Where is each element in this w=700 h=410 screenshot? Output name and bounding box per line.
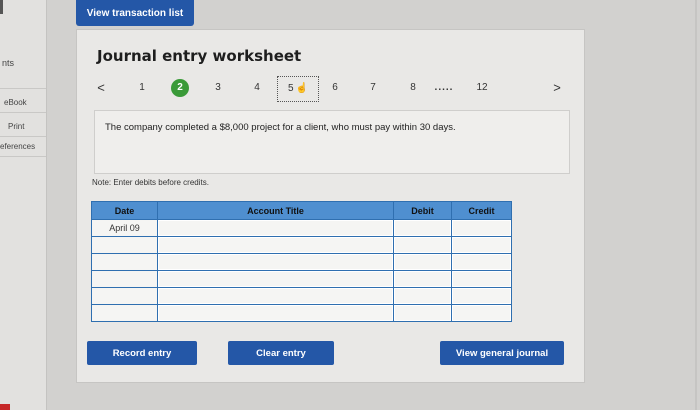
credit-input[interactable] [451,270,512,288]
credit-input[interactable] [451,287,512,305]
sidebar-item-ebook[interactable]: eBook [4,98,27,107]
date-cell[interactable]: April 09 [91,219,158,237]
account-title-input[interactable] [157,236,394,254]
sidebar-item-print[interactable]: Print [8,122,24,131]
page-link-8[interactable]: 8 [406,77,420,99]
debit-input[interactable] [393,270,452,288]
table-row: April 09 [91,219,512,237]
account-title-input[interactable] [157,219,394,237]
table-row [91,236,512,254]
table-row [91,287,512,305]
page-link-6[interactable]: 6 [328,77,342,99]
account-title-input[interactable] [157,304,394,322]
hand-pointer-icon: ☝ [295,83,308,94]
column-header-account-title: Account Title [157,201,394,220]
page-ellipsis: ..... [434,82,454,93]
debit-input[interactable] [393,219,452,237]
view-general-journal-button[interactable]: View general journal [440,341,564,365]
record-entry-button[interactable]: Record entry [87,341,197,365]
account-title-input[interactable] [157,253,394,271]
page-link-5-label: 5 [287,83,294,94]
page-link-3[interactable]: 3 [211,77,225,99]
page-link-4[interactable]: 4 [250,77,264,99]
journal-worksheet-card: Journal entry worksheet < 1 2 3 4 5 ☝ 6 7… [76,29,585,383]
problem-statement-box: The company completed a $8,000 project f… [94,110,570,174]
left-sidebar: nts eBook Print eferences [0,0,47,410]
column-header-debit: Debit [393,201,452,220]
date-cell[interactable] [91,270,158,288]
table-row [91,253,512,271]
divider [0,156,46,157]
window-edge [695,0,697,410]
date-cell[interactable] [91,287,158,305]
divider [0,136,46,137]
date-cell[interactable] [91,304,158,322]
prev-arrow-icon[interactable]: < [94,77,108,99]
debit-input[interactable] [393,236,452,254]
page-link-1[interactable]: 1 [135,77,149,99]
page-title: Journal entry worksheet [97,47,302,65]
worksheet-pagination: < 1 2 3 4 5 ☝ 6 7 8 ..... 12 > [77,76,584,102]
entry-note: Note: Enter debits before credits. [92,178,209,187]
sidebar-edge-marker [0,0,3,14]
page-link-12[interactable]: 12 [473,77,491,99]
page-link-2-active[interactable]: 2 [171,79,189,97]
table-row [91,304,512,322]
page-link-7[interactable]: 7 [366,77,380,99]
problem-statement: The company completed a $8,000 project f… [105,122,456,133]
journal-entry-table: Date Account Title Debit Credit April 09 [91,201,512,322]
debit-input[interactable] [393,253,452,271]
date-cell[interactable] [91,236,158,254]
account-title-input[interactable] [157,270,394,288]
clear-entry-button[interactable]: Clear entry [228,341,334,365]
column-header-date: Date [91,201,158,220]
sidebar-item-references[interactable]: eferences [0,142,35,151]
page-link-5[interactable]: 5 ☝ [277,76,319,102]
divider [0,112,46,113]
date-cell[interactable] [91,253,158,271]
account-title-input[interactable] [157,287,394,305]
table-row [91,270,512,288]
debit-input[interactable] [393,304,452,322]
corner-marker [0,404,10,410]
next-arrow-icon[interactable]: > [550,77,564,99]
view-transaction-list-button[interactable]: View transaction list [76,0,194,26]
column-header-credit: Credit [451,201,512,220]
debit-input[interactable] [393,287,452,305]
credit-input[interactable] [451,219,512,237]
table-header-row: Date Account Title Debit Credit [91,201,512,220]
divider [0,88,46,89]
credit-input[interactable] [451,253,512,271]
credit-input[interactable] [451,304,512,322]
sidebar-title-fragment: nts [2,58,15,68]
credit-input[interactable] [451,236,512,254]
